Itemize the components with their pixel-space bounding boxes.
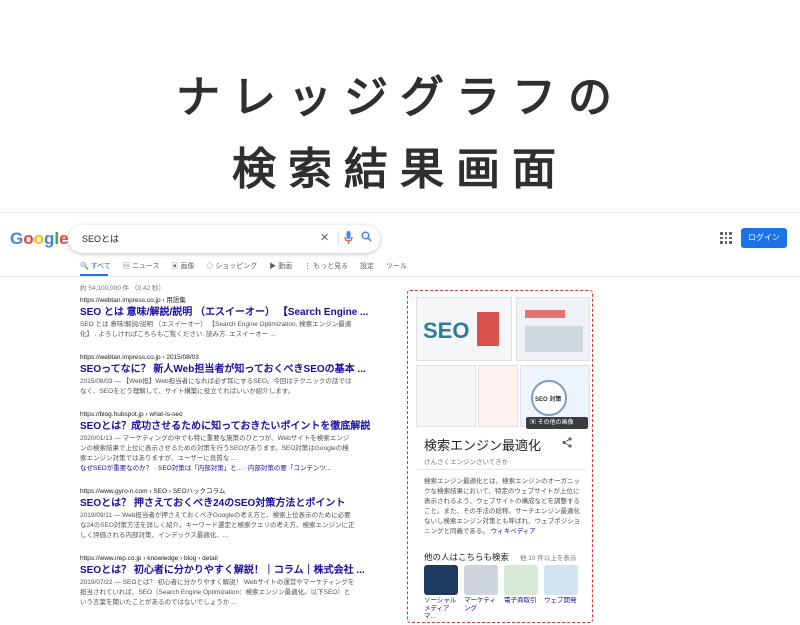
- result-snippet: 2020/01/13 — マーケティングの中でも特に重要な施策のひとつが、Web…: [80, 435, 350, 462]
- logo-letter: o: [23, 229, 34, 248]
- result-item: https://blog.hubspot.jp › what-is-seo SE…: [80, 410, 400, 474]
- knowledge-panel: SEO SEO 対策 ▣ その他の画像 検索エンジン最適化 けんさくエンジンさい…: [407, 290, 593, 623]
- result-stats: 約 54,100,000 件 （0.42 秒）: [80, 285, 165, 292]
- result-item: https://webtan.impress.co.jp › 2015/08/0…: [80, 353, 400, 397]
- kp-description: 検索エンジン最適化とは、検索エンジンのオーガニックな検索結果において、特定のウェ…: [424, 477, 584, 537]
- related-card-thumb: [424, 565, 458, 595]
- result-url[interactable]: https://webtan.impress.co.jp › 2015/08/0…: [80, 353, 400, 362]
- tab-more[interactable]: ⋮ もっと見る: [304, 261, 348, 271]
- headline-line1: ナレッジグラフの: [176, 72, 624, 123]
- kp-divider: [416, 469, 586, 470]
- result-title[interactable]: SEOとは？ 押さえておくべき24のSEO対策方法とポイント: [80, 496, 400, 511]
- tab-videos[interactable]: ▶ 動画: [269, 261, 292, 271]
- search-box[interactable]: SEOとは ✕: [68, 225, 380, 253]
- related-card-thumb: [504, 565, 538, 595]
- tab-shopping[interactable]: ◇ ショッピング: [206, 261, 257, 271]
- clear-icon[interactable]: ✕: [320, 231, 329, 244]
- result-item: https://webtan.impress.co.jp › 用語集 SEO と…: [80, 296, 400, 340]
- mic-icon[interactable]: [344, 231, 353, 247]
- related-card-thumb: [464, 565, 498, 595]
- share-icon[interactable]: [562, 437, 572, 451]
- result-sitelinks[interactable]: なぜSEOが重要なのか？ · SEO対策は「内部対策」と... · 内部対策の要…: [80, 464, 400, 474]
- tab-settings[interactable]: 設定: [360, 261, 374, 271]
- kp-reading: けんさくエンジンさいてきか: [424, 459, 509, 466]
- result-snippet: 2015/08/03 — 【Web担】Web担当者になれば必ず耳にするSEO。今…: [80, 378, 352, 395]
- tab-tools[interactable]: ツール: [386, 261, 407, 271]
- result-url[interactable]: https://www.gyro-n.com › SEO › SEOハックコラム: [80, 487, 400, 496]
- login-button[interactable]: ログイン: [741, 228, 787, 248]
- kp-image-seo[interactable]: SEO: [416, 297, 512, 361]
- result-title[interactable]: SEOってなに？ 新人Web担当者が知っておくべきSEOの基本 ...: [80, 362, 400, 377]
- result-title[interactable]: SEOとは？ 初心者に分かりやすく解説！｜コラム｜株式会社 ...: [80, 563, 400, 578]
- headline: ナレッジグラフの 検索結果画面: [0, 68, 800, 200]
- related-card-label: 電子商取引: [504, 597, 537, 604]
- wikipedia-link[interactable]: ウィキペディア: [491, 528, 536, 535]
- logo-letter: g: [44, 229, 55, 248]
- logo-letter: G: [10, 229, 24, 248]
- result-snippet: 2019/07/22 — SEOとは？ 初心者に分かりやすく解説！ Webサイト…: [80, 579, 355, 606]
- tab-all[interactable]: 🔍 すべて: [80, 261, 111, 271]
- result-url[interactable]: https://www.irep.co.jp › knowledge › blo…: [80, 554, 400, 563]
- result-url[interactable]: https://blog.hubspot.jp › what-is-seo: [80, 410, 400, 419]
- top-bar: Google SEOとは ✕ ログイン: [0, 223, 800, 255]
- result-item: https://www.gyro-n.com › SEO › SEOハックコラム…: [80, 487, 400, 541]
- kp-title: 検索エンジン最適化: [424, 438, 542, 453]
- show-more-link[interactable]: 他 10 件以上を表示: [520, 552, 576, 562]
- kp-image-2[interactable]: [516, 297, 590, 361]
- divider: [338, 231, 339, 245]
- kp-image-3[interactable]: [416, 365, 476, 427]
- kp-image-4[interactable]: [478, 365, 518, 427]
- logo-letter: o: [33, 229, 45, 248]
- result-title[interactable]: SEOとは？成功させるために知っておきたいポイントを徹底解説: [80, 419, 400, 434]
- results-list: https://webtan.impress.co.jp › 用語集 SEO と…: [80, 296, 400, 621]
- related-card[interactable]: 電子商取引: [504, 565, 538, 605]
- tabs-divider: [0, 276, 800, 277]
- kp-image-bar: [477, 312, 499, 346]
- related-card[interactable]: ウェブ開発: [544, 565, 578, 605]
- more-images-button[interactable]: ▣ その他の画像: [526, 417, 588, 429]
- related-card[interactable]: マーケティング: [464, 565, 498, 613]
- result-item: https://www.irep.co.jp › knowledge › blo…: [80, 554, 400, 608]
- search-tabs: 🔍 すべて ▤ ニュース ▣ 画像 ◇ ショッピング ▶ 動画 ⋮ もっと見る …: [80, 261, 417, 277]
- search-icon[interactable]: [361, 231, 372, 245]
- related-card[interactable]: ソーシャルメディアマ...: [424, 565, 458, 621]
- tab-images[interactable]: ▣ 画像: [171, 261, 194, 271]
- google-logo[interactable]: Google: [10, 229, 69, 249]
- kp-image-label: SEO 対策: [535, 397, 562, 403]
- related-card-thumb: [544, 565, 578, 595]
- kp-description-text: 検索エンジン最適化とは、検索エンジンのオーガニックな検索結果において、特定のウェ…: [424, 478, 581, 535]
- related-card-label: マーケティング: [464, 597, 496, 612]
- kp-image-block: [525, 310, 565, 318]
- tab-news[interactable]: ▤ ニュース: [123, 261, 160, 271]
- people-also-search-heading: 他の人はこちらも検索: [424, 552, 510, 562]
- result-snippet: 2019/09/11 — Web担当者が押さえておくべきGoogleの考え方と、…: [80, 512, 355, 539]
- result-title[interactable]: SEO とは 意味/解説/説明 （エスイーオー） 【Search Engine …: [80, 305, 400, 320]
- headline-line2: 検索結果画面: [232, 144, 568, 195]
- search-results-screenshot: Google SEOとは ✕ ログイン 🔍 すべて ▤ ニュース ▣ 画像 ◇ …: [0, 212, 800, 625]
- related-card-label: ウェブ開発: [544, 597, 577, 604]
- result-url[interactable]: https://webtan.impress.co.jp › 用語集: [80, 296, 400, 305]
- kp-image-seo-text: SEO: [423, 318, 470, 343]
- search-input[interactable]: SEOとは: [82, 232, 119, 245]
- result-snippet: SEO とは 意味/解説/説明 （エスイーオー） 【Search Engine …: [80, 321, 352, 338]
- apps-grid-icon[interactable]: [720, 232, 732, 244]
- kp-image-block: [525, 326, 583, 352]
- related-card-label: ソーシャルメディアマ...: [424, 597, 457, 620]
